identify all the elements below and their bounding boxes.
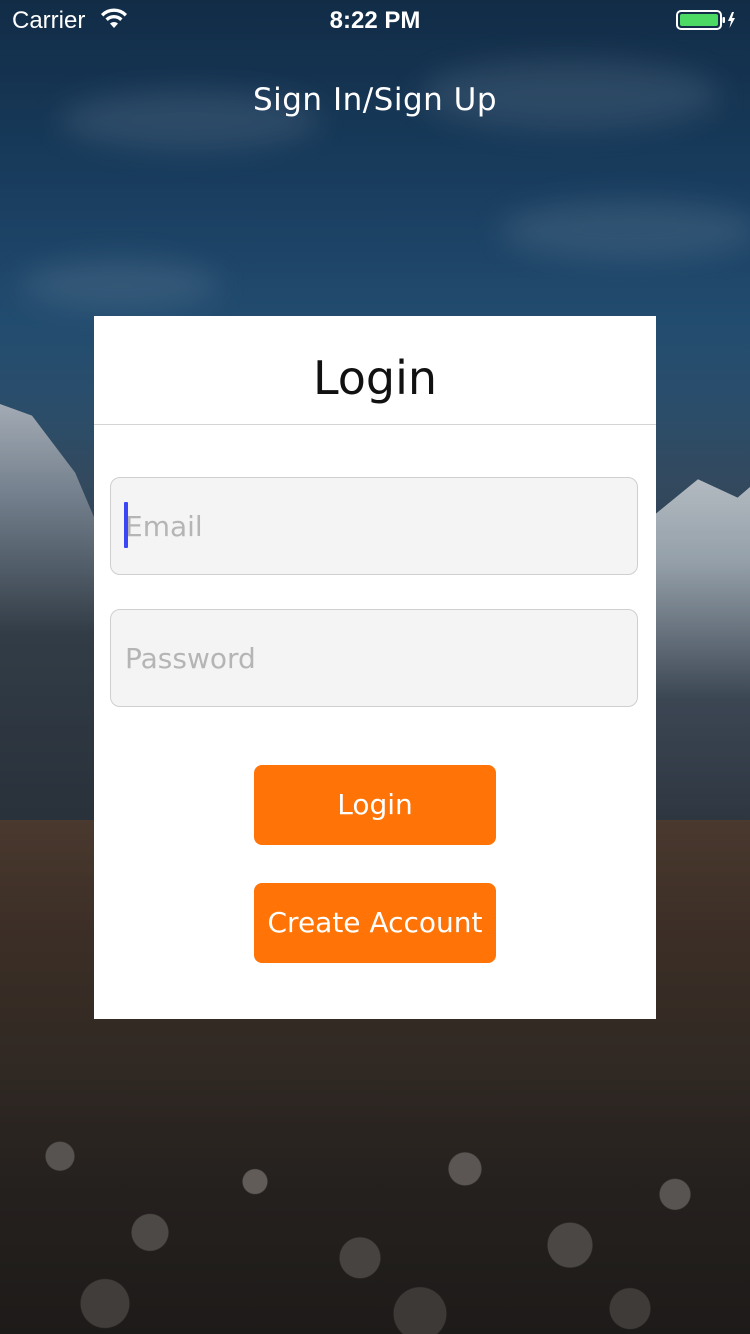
login-card: Login Login Create Account	[94, 316, 656, 1019]
password-field[interactable]	[110, 609, 638, 707]
signin-screen: Carrier 8:22 PM Sign In/Sign Up Login Lo…	[0, 0, 750, 1334]
card-title: Login	[94, 316, 656, 425]
login-button[interactable]: Login	[254, 765, 496, 845]
email-field[interactable]	[110, 477, 638, 575]
nav-title: Sign In/Sign Up	[252, 82, 498, 118]
battery-charging-icon	[676, 10, 735, 30]
status-bar: Carrier 8:22 PM	[0, 0, 750, 40]
status-time: 8:22 PM	[329, 7, 421, 34]
create-account-button[interactable]: Create Account	[254, 883, 496, 963]
text-caret	[124, 502, 128, 548]
